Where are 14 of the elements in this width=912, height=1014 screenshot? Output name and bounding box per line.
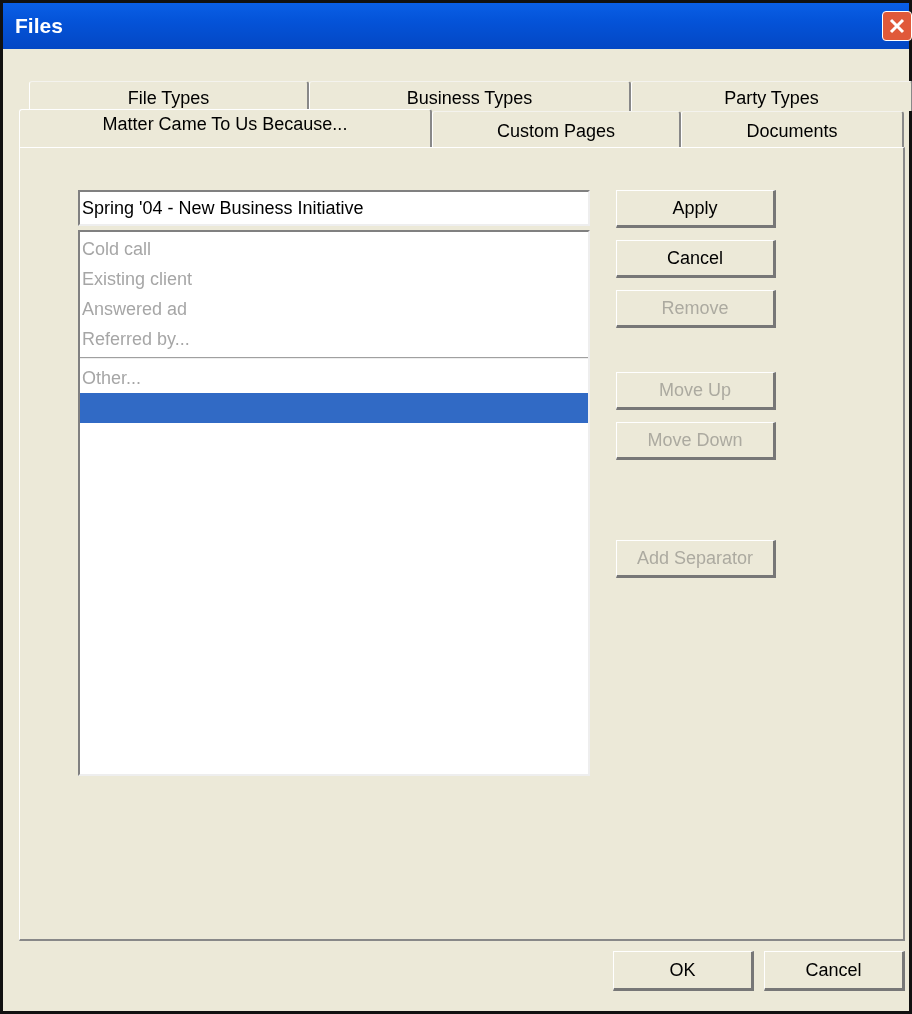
dialog-button[interactable]: OK — [613, 951, 754, 991]
side-button[interactable]: Apply — [616, 190, 776, 228]
window-title: Files — [15, 14, 63, 38]
side-button[interactable]: Cancel — [616, 240, 776, 278]
tab[interactable]: File Types — [29, 81, 309, 111]
tab[interactable]: Business Types — [309, 81, 631, 111]
tab[interactable]: Matter Came To Us Because... — [19, 109, 432, 147]
close-icon — [889, 18, 905, 34]
tab[interactable]: Party Types — [631, 81, 912, 111]
tab[interactable]: Documents — [681, 111, 904, 147]
input-field[interactable]: Spring '04 - New Business Initiative — [78, 190, 590, 226]
close-button[interactable] — [882, 11, 912, 41]
tab[interactable]: Custom Pages — [432, 111, 681, 147]
dialog-button[interactable]: Cancel — [764, 951, 905, 991]
